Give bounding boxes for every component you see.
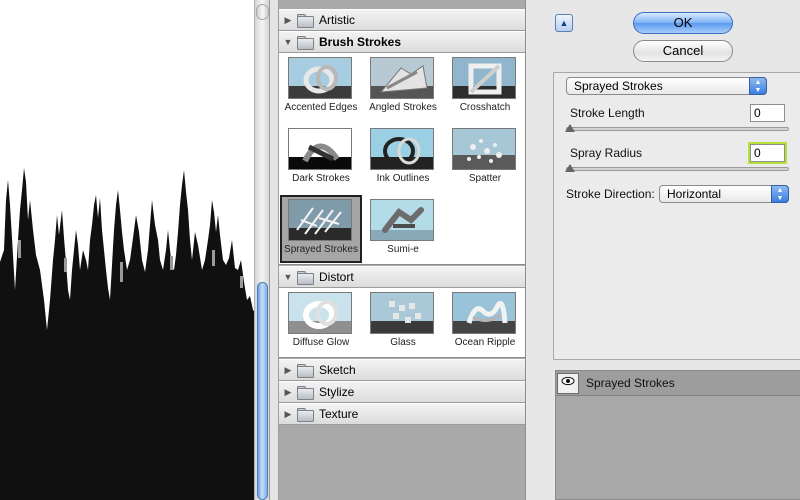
filter-glass[interactable]: Glass (362, 288, 444, 356)
ok-button[interactable]: OK (633, 12, 733, 34)
scrollbar-thumb[interactable] (257, 282, 268, 500)
filter-label: Sumi-e (387, 244, 419, 255)
effect-layers-list: Sprayed Strokes (555, 370, 800, 500)
filter-label: Spatter (468, 173, 502, 184)
distort-thumbnails: Diffuse Glow Glass Ocean Ripple (279, 288, 525, 358)
filter-thumbnail (370, 57, 434, 99)
stroke-direction-select[interactable]: Horizontal ▲ ▼ (659, 185, 789, 203)
filter-sprayed-strokes[interactable]: Sprayed Strokes (280, 195, 362, 263)
category-distort[interactable]: ▼ Distort (279, 266, 525, 288)
folder-icon (297, 408, 314, 422)
filter-label: Ocean Ripple (454, 337, 516, 348)
effect-layer-name: Sprayed Strokes (586, 376, 675, 390)
folder-icon (297, 271, 314, 285)
filter-label: Glass (390, 337, 416, 348)
filter-thumbnail (370, 128, 434, 170)
filter-sumi-e[interactable]: Sumi-e (362, 195, 444, 263)
filter-thumbnail (370, 199, 434, 241)
filter-diffuse-glow[interactable]: Diffuse Glow (280, 288, 362, 356)
filter-thumbnail (288, 128, 352, 170)
triangle-up-icon: ▲ (559, 18, 569, 28)
filter-gallery-window: ▶ Artistic ▼ Brush Strokes Accented Edge… (0, 0, 800, 500)
disclosure-triangle-icon[interactable]: ▶ (279, 387, 297, 398)
spray-radius-slider-thumb[interactable] (565, 164, 575, 172)
category-label: Distort (319, 270, 354, 284)
filter-label: Angled Strokes (369, 102, 437, 113)
filter-crosshatch[interactable]: Crosshatch (444, 53, 525, 121)
stroke-length-slider[interactable] (566, 127, 789, 131)
folder-icon (297, 14, 314, 28)
disclosure-triangle-icon[interactable]: ▼ (279, 37, 297, 47)
category-label: Sketch (319, 363, 356, 377)
brush-strokes-thumbnails: Accented Edges Angled Strokes Crosshatch (279, 53, 525, 265)
filter-accented-edges[interactable]: Accented Edges (280, 53, 362, 121)
category-artistic[interactable]: ▶ Artistic (279, 9, 525, 31)
forest-silhouette-image (0, 0, 254, 500)
filter-label: Crosshatch (459, 102, 511, 113)
stroke-direction-label: Stroke Direction: (566, 187, 655, 201)
category-sketch[interactable]: ▶ Sketch (279, 359, 525, 381)
stroke-length-slider-thumb[interactable] (565, 124, 575, 132)
filter-thumbnail (452, 57, 516, 99)
filter-thumbnail (452, 292, 516, 334)
filter-select-value: Sprayed Strokes (574, 79, 663, 93)
category-stylize[interactable]: ▶ Stylize (279, 381, 525, 403)
filter-thumbnail (288, 199, 352, 241)
stroke-direction-value: Horizontal (667, 187, 722, 201)
disclosure-triangle-icon[interactable]: ▶ (279, 409, 297, 420)
disclosure-triangle-icon[interactable]: ▶ (279, 15, 297, 26)
effect-layer-row[interactable]: Sprayed Strokes (556, 371, 800, 396)
image-preview[interactable] (0, 0, 255, 500)
filter-thumbnail (452, 128, 516, 170)
category-brush-strokes[interactable]: ▼ Brush Strokes (279, 31, 525, 53)
disclosure-triangle-icon[interactable]: ▼ (279, 272, 297, 282)
filter-thumbnail (288, 57, 352, 99)
cancel-button[interactable]: Cancel (633, 40, 733, 62)
filter-label: Accented Edges (284, 102, 358, 113)
filter-gallery-list: ▶ Artistic ▼ Brush Strokes Accented Edge… (279, 0, 526, 500)
spray-radius-label: Spray Radius (570, 146, 643, 160)
category-label: Texture (319, 407, 359, 421)
spray-radius-slider[interactable] (566, 167, 789, 171)
filter-label: Diffuse Glow (292, 337, 350, 348)
eye-icon[interactable] (557, 373, 579, 394)
filter-thumbnail (370, 292, 434, 334)
filter-ink-outlines[interactable]: Ink Outlines (362, 124, 444, 192)
filter-spatter[interactable]: Spatter (444, 124, 525, 192)
filter-angled-strokes[interactable]: Angled Strokes (362, 53, 444, 121)
folder-icon (297, 36, 314, 50)
stroke-length-label: Stroke Length (570, 106, 645, 120)
category-label: Brush Strokes (319, 35, 402, 49)
category-label: Stylize (319, 385, 355, 399)
spray-radius-field[interactable]: 0 (750, 144, 785, 162)
folder-icon (297, 386, 314, 400)
scroll-up-cap[interactable] (256, 4, 269, 20)
disclosure-triangle-icon[interactable]: ▶ (279, 365, 297, 376)
preview-scrollbar[interactable] (255, 0, 270, 500)
category-texture[interactable]: ▶ Texture (279, 403, 525, 425)
filter-select[interactable]: Sprayed Strokes ▲ ▼ (566, 77, 767, 95)
panel-divider (270, 0, 279, 500)
filter-label: Dark Strokes (292, 173, 350, 184)
select-arrows-icon: ▲ ▼ (749, 77, 767, 95)
filter-label: Ink Outlines (376, 173, 430, 184)
category-label: Artistic (319, 13, 355, 27)
folder-icon (297, 364, 314, 378)
filter-thumbnail (288, 292, 352, 334)
stroke-length-field[interactable]: 0 (750, 104, 785, 122)
filter-label: Sprayed Strokes (284, 244, 358, 255)
collapse-gallery-button[interactable]: ▲ (555, 14, 573, 32)
filter-ocean-ripple[interactable]: Ocean Ripple (444, 288, 525, 356)
select-arrows-icon: ▲ ▼ (771, 185, 789, 203)
filter-dark-strokes[interactable]: Dark Strokes (280, 124, 362, 192)
